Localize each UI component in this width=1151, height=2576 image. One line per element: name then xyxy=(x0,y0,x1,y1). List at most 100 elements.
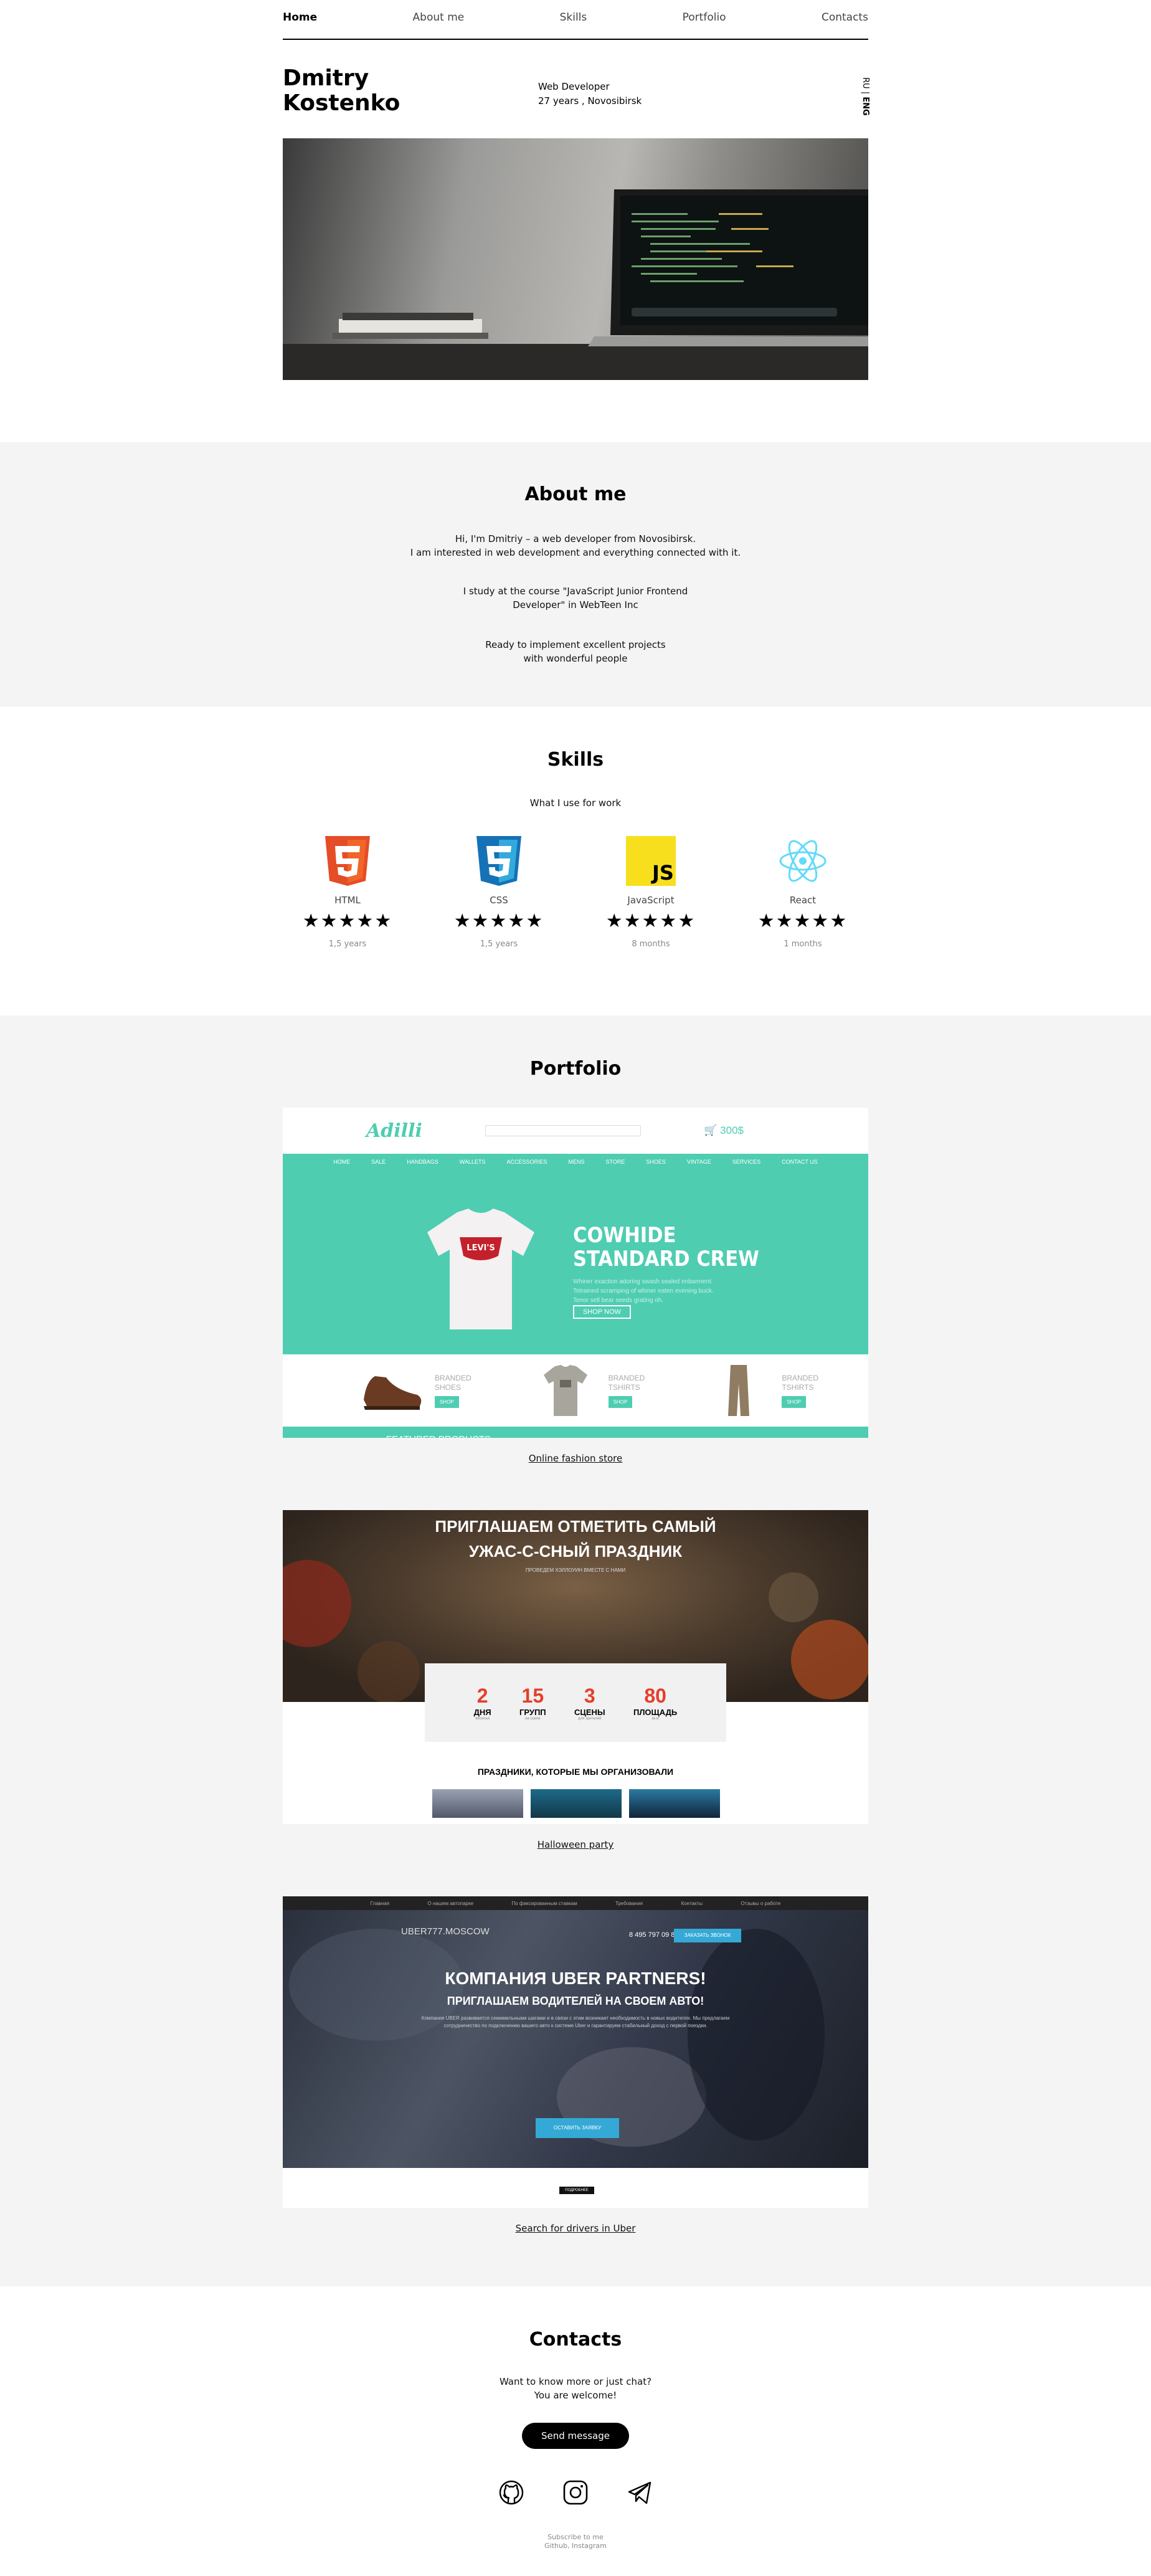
html5-icon xyxy=(325,836,370,886)
uber-hero-image: UBER777.MOSCOW 8 495 797 09 88 ЗАКАЗАТЬ … xyxy=(283,1910,868,2168)
adilli-menu-item: STORE xyxy=(605,1159,625,1165)
skill-label: HTML xyxy=(334,895,361,906)
adilli-hero-title: COWHIDE STANDARD CREW xyxy=(573,1224,759,1271)
portfolio-link-halloween[interactable]: Halloween party xyxy=(0,1839,1151,1850)
owner-last-name: Kostenko xyxy=(283,90,400,116)
css3-icon xyxy=(476,836,521,886)
uber-logo: UBER777.MOSCOW xyxy=(401,1926,490,1937)
uber-title: КОМПАНИЯ UBER PARTNERS! xyxy=(445,1969,706,1988)
adilli-product-text: BRANDED SHOES SHOP xyxy=(434,1373,471,1408)
tshirt-image: LEVI'S xyxy=(427,1209,534,1329)
halloween-stat-note: кв.м xyxy=(651,1717,659,1721)
telegram-icon[interactable] xyxy=(627,2479,653,2506)
uber-call-button: ЗАКАЗАТЬ ЗВОНОК xyxy=(674,1929,741,1942)
shoe-image xyxy=(363,1376,422,1410)
svg-text:LEVI'S: LEVI'S xyxy=(467,1243,495,1253)
adilli-product-line1: BRANDED xyxy=(782,1373,819,1382)
skills-title: Skills xyxy=(547,749,604,771)
about-title: About me xyxy=(524,483,627,505)
social-links xyxy=(498,2479,653,2506)
uber-bottom-button: ПОДРОБНЕЕ xyxy=(559,2187,594,2194)
adilli-menu-item: CONTACT US xyxy=(782,1159,818,1165)
adilli-menu-item: SHOES xyxy=(646,1159,666,1165)
lang-separator: | xyxy=(861,91,870,95)
adilli-menu-item: ACCESSORIES xyxy=(506,1159,547,1165)
lang-eng[interactable]: ENG xyxy=(861,97,870,115)
contacts-line2: You are welcome! xyxy=(534,2390,617,2401)
nav-skills[interactable]: Skills xyxy=(560,11,587,24)
halloween-thumbnail xyxy=(531,1789,622,1818)
adilli-shop-now-button: SHOP NOW xyxy=(573,1305,631,1319)
react-icon xyxy=(779,840,827,882)
uber-subtitle: ПРИГЛАШАЕМ ВОДИТЕЛЕЙ НА СВОЕМ АВТО! xyxy=(447,1995,704,2007)
tshirt-small-image xyxy=(543,1365,587,1416)
portfolio-card-uber[interactable]: Главная О нашем автопарке По фиксированн… xyxy=(283,1896,868,2208)
halloween-stat-label: ГРУПП xyxy=(519,1708,546,1717)
uber-phone: 8 495 797 09 88 xyxy=(629,1931,679,1939)
skill-experience: 1,5 years xyxy=(480,939,518,949)
skill-experience: 8 months xyxy=(632,939,670,949)
uber-topbar-item: Отзывы о работе xyxy=(741,1900,781,1906)
halloween-stat: 3 СЦЕНЫ для зрителей xyxy=(574,1685,605,1721)
lang-ru[interactable]: RU xyxy=(861,77,870,89)
portfolio-card-fashion-store[interactable]: Adilli 🛒 300$ HOME SALE HANDBAGS WALLETS… xyxy=(283,1108,868,1438)
about-p1-line2: I am interested in web development and e… xyxy=(410,547,741,558)
halloween-stat: 80 ПЛОЩАДЬ кв.м xyxy=(633,1685,677,1721)
send-message-button[interactable]: Send message xyxy=(522,2423,629,2449)
skill-label: React xyxy=(789,895,817,906)
about-paragraph-2: I study at the course "JavaScript Junior… xyxy=(0,584,1151,612)
adilli-product-pants: BRANDED TSHIRTS SHOP xyxy=(704,1362,818,1419)
halloween-stat-note: на сцене xyxy=(524,1717,541,1721)
uber-topbar-item: Требования xyxy=(615,1900,643,1906)
adilli-product-text: BRANDED TSHIRTS SHOP xyxy=(608,1374,645,1408)
skill-stars: ★★★★★ xyxy=(302,910,393,932)
halloween-stat-number: 2 xyxy=(476,1685,488,1707)
adilli-product-line2: TSHIRTS xyxy=(608,1382,640,1392)
about-p3-line1: Ready to implement excellent projects xyxy=(485,639,666,650)
adilli-hero: LEVI'S COWHIDE STANDARD CREW Whiner exac… xyxy=(283,1170,868,1354)
nav-home[interactable]: Home xyxy=(283,11,317,24)
nav-portfolio[interactable]: Portfolio xyxy=(683,11,726,24)
github-icon[interactable] xyxy=(498,2479,524,2506)
javascript-icon: JS xyxy=(626,836,676,886)
skills-subtitle: What I use for work xyxy=(529,797,622,809)
portfolio-card-halloween[interactable]: ПРИГЛАШАЕМ ОТМЕТИТЬ САМЫЙ УЖАС-С-СНЫЙ ПР… xyxy=(283,1510,868,1824)
contacts-line1: Want to know more or just chat? xyxy=(499,2376,652,2387)
adilli-product-shop-button: SHOP xyxy=(434,1395,459,1408)
halloween-title-line1: ПРИГЛАШАЕМ ОТМЕТИТЬ САМЫЙ xyxy=(435,1517,716,1536)
adilli-product-shop-button: SHOP xyxy=(782,1395,807,1408)
footer-line1: Subscribe to me xyxy=(547,2533,604,2541)
skill-css: CSS ★★★★★ 1,5 years xyxy=(437,835,561,949)
halloween-stat-note: веселья xyxy=(475,1717,490,1721)
adilli-product-tshirt: BRANDED TSHIRTS SHOP xyxy=(531,1362,645,1419)
adilli-product-line1: BRANDED xyxy=(434,1373,471,1382)
skill-label: JavaScript xyxy=(627,895,675,906)
halloween-thumbnail xyxy=(629,1789,720,1818)
adilli-logo: Adilli xyxy=(366,1119,422,1142)
portfolio-link-fashion-store[interactable]: Online fashion store xyxy=(0,1453,1151,1464)
instagram-icon[interactable] xyxy=(562,2479,589,2506)
skill-stars: ★★★★★ xyxy=(453,910,544,932)
about-p2-line1: I study at the course "JavaScript Junior… xyxy=(463,586,688,597)
uber-topbar-item: Контакты xyxy=(681,1900,703,1906)
about-paragraph-1: Hi, I'm Dmitriy – a web developer from N… xyxy=(0,532,1151,559)
uber-text: Компания UBER развивается семимильными ш… xyxy=(421,2015,730,2028)
skill-react: React ★★★★★ 1 months xyxy=(741,835,865,949)
skill-stars: ★★★★★ xyxy=(757,910,848,932)
skill-javascript: JS JavaScript ★★★★★ 8 months xyxy=(589,835,713,949)
adilli-product-shoes: BRANDED SHOES SHOP xyxy=(358,1362,471,1419)
owner-role: Web Developer xyxy=(538,81,610,92)
adilli-hero-text: Whiner exaction adoring swash sealed enb… xyxy=(573,1278,714,1304)
nav-about[interactable]: About me xyxy=(413,11,465,24)
uber-topbar-item: О нашем автопарке xyxy=(427,1900,474,1906)
skill-experience: 1 months xyxy=(784,939,822,949)
portfolio-link-uber[interactable]: Search for drivers in Uber xyxy=(0,2223,1151,2234)
nav-contacts[interactable]: Contacts xyxy=(822,11,868,24)
top-nav: Home About me Skills Portfolio Contacts xyxy=(283,11,868,40)
footer-text: Subscribe to me Github, Instagram xyxy=(0,2533,1151,2550)
adilli-menu-item: HANDBAGS xyxy=(407,1159,438,1165)
halloween-stat-label: ДНЯ xyxy=(473,1708,491,1717)
owner-name: Dmitry Kostenko xyxy=(283,66,400,116)
about-p3-line2: with wonderful people xyxy=(523,653,628,664)
adilli-hero-title-line1: COWHIDE xyxy=(573,1223,676,1248)
